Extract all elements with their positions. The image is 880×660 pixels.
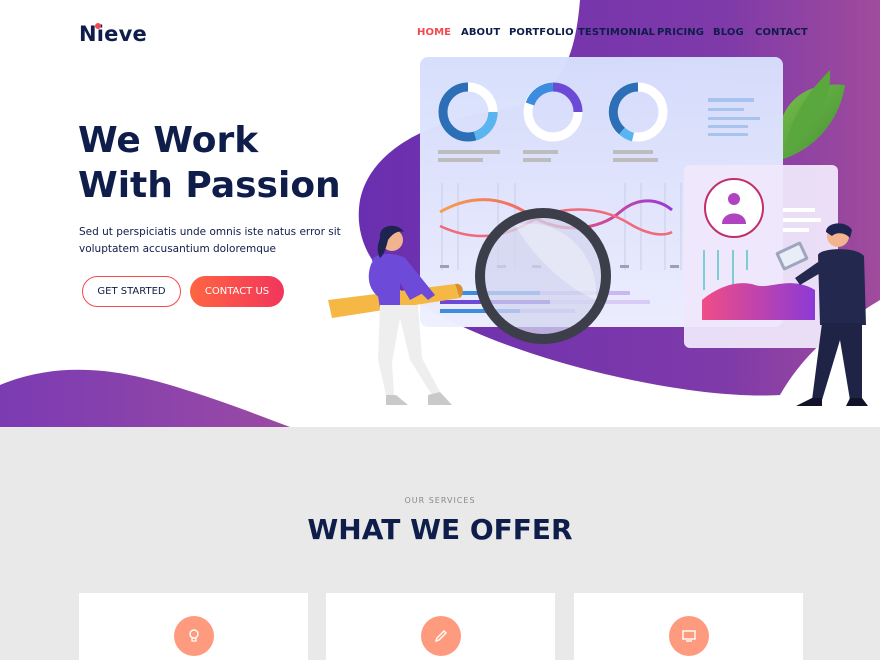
services-section: OUR SERVICES WHAT WE OFFER [0,427,880,660]
services-subtitle: OUR SERVICES [404,496,476,505]
hero-section: Nieve HOME ABOUT PORTFOLIO TESTIMONIAL P… [0,0,880,427]
profile-card [684,165,838,348]
pencil-icon [421,616,461,656]
service-card-1[interactable] [79,593,308,660]
monitor-icon [669,616,709,656]
hero-illustration [328,57,868,406]
lightbulb-icon [174,616,214,656]
services-title: WHAT WE OFFER [307,513,573,546]
service-card-2[interactable] [326,593,555,660]
magnifier-graphic [475,208,611,344]
service-card-3[interactable] [574,593,803,660]
